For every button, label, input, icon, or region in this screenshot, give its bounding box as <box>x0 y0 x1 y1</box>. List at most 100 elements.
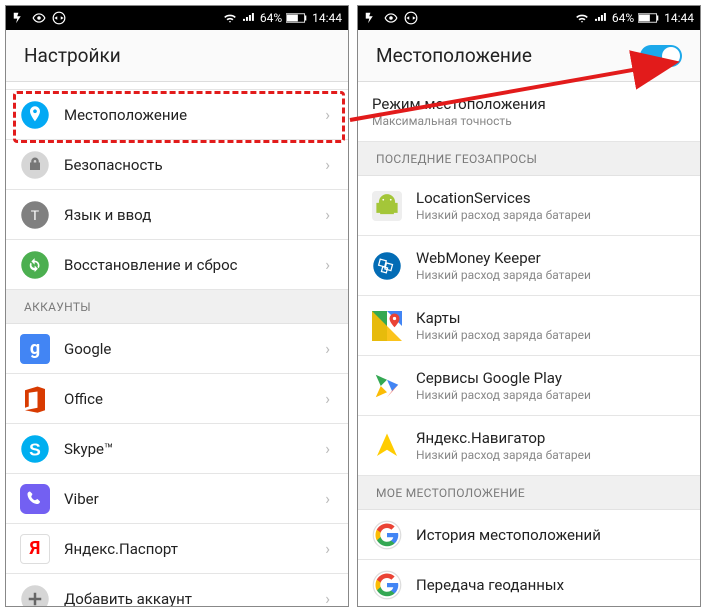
row-label: Добавить аккаунт <box>64 590 311 607</box>
row-label: Skype™ <box>64 440 311 458</box>
row-yandex-passport[interactable]: Я Яндекс.Паспорт › <box>6 524 348 574</box>
row-yandex-navigator[interactable]: Яндекс.Навигатор Низкий расход заряда ба… <box>358 416 700 476</box>
row-location-share[interactable]: Передача геоданных <box>358 560 700 606</box>
app-label: Карты <box>416 309 682 327</box>
play-services-icon <box>372 371 402 401</box>
chevron-icon: › <box>325 155 330 174</box>
app-sub: Низкий расход заряда батареи <box>416 268 682 282</box>
yandex-icon: Я <box>20 534 50 564</box>
time-text: 14:44 <box>312 11 342 25</box>
app-label: LocationServices <box>416 189 682 207</box>
app-label: Яндекс.Навигатор <box>416 429 682 447</box>
row-label: Office <box>64 390 311 408</box>
row-viber[interactable]: Viber › <box>6 474 348 524</box>
row-skype[interactable]: S Skype™ › <box>6 424 348 474</box>
google-g-icon <box>372 570 402 600</box>
row-label: Восстановление и сброс <box>64 256 311 274</box>
chevron-icon: › <box>325 105 330 124</box>
row-maps[interactable]: Карты Низкий расход заряда батареи <box>358 296 700 356</box>
battery-icon <box>638 12 660 24</box>
row-add-account[interactable]: Добавить аккаунт › <box>6 574 348 606</box>
row-office[interactable]: Office › <box>6 374 348 424</box>
row-label: Viber <box>64 490 311 508</box>
google-icon: g <box>20 334 50 364</box>
battery-text: 64% <box>260 11 282 25</box>
partial-row-top <box>6 82 348 90</box>
app-sub: Низкий расход заряда батареи <box>416 388 682 402</box>
plus-icon <box>20 584 50 607</box>
row-label: История местоположений <box>416 526 682 544</box>
svg-text:S: S <box>29 439 41 459</box>
row-location-mode[interactable]: Режим местоположения Максимальная точнос… <box>358 82 700 142</box>
row-backup[interactable]: Восстановление и сброс › <box>6 240 348 290</box>
webmoney-icon <box>372 251 402 281</box>
phone-left: 64% 14:44 Настройки Местоположение › Без <box>5 5 349 607</box>
wifi-icon <box>222 11 238 25</box>
google-maps-icon <box>372 311 402 341</box>
app-sub: Низкий расход заряда батареи <box>416 328 682 342</box>
chevron-icon: › <box>325 589 330 606</box>
row-label: Безопасность <box>64 156 311 174</box>
row-label: Передача геоданных <box>416 576 682 594</box>
statusbar: 64% 14:44 <box>358 6 700 30</box>
row-label: Язык и ввод <box>64 206 311 224</box>
location-icon <box>20 100 50 130</box>
google-g-icon <box>372 520 402 550</box>
settings-content[interactable]: Местоположение › Безопасность › T Язык и… <box>6 82 348 606</box>
title-text: Настройки <box>24 44 121 67</box>
location-content[interactable]: Режим местоположения Максимальная точнос… <box>358 82 700 606</box>
row-security[interactable]: Безопасность › <box>6 140 348 190</box>
chevron-icon: › <box>325 205 330 224</box>
teamviewer-icon <box>52 11 66 25</box>
row-play-services[interactable]: Сервисы Google Play Низкий расход заряда… <box>358 356 700 416</box>
notif-icon-1 <box>364 11 378 25</box>
row-label: Google <box>64 340 311 358</box>
text-icon: T <box>20 200 50 230</box>
wifi-icon <box>574 11 590 25</box>
location-toggle[interactable] <box>640 45 682 67</box>
battery-icon <box>286 12 308 24</box>
android-robot-icon <box>372 191 402 221</box>
row-language[interactable]: T Язык и ввод › <box>6 190 348 240</box>
mode-label: Режим местоположения <box>372 95 682 113</box>
chevron-icon: › <box>325 255 330 274</box>
title-text: Местоположение <box>376 44 532 67</box>
recent-header: ПОСЛЕДНИЕ ГЕОЗАПРОСЫ <box>358 142 700 176</box>
svg-text:T: T <box>31 208 40 223</box>
row-label: Яндекс.Паспорт <box>64 540 311 558</box>
accounts-header: АККАУНТЫ <box>6 290 348 324</box>
app-label: Сервисы Google Play <box>416 369 682 387</box>
phone-right: 64% 14:44 Местоположение Режим местополо… <box>357 5 701 607</box>
notif-icon-1 <box>12 11 26 25</box>
app-sub: Низкий расход заряда батареи <box>416 448 682 462</box>
app-label: WebMoney Keeper <box>416 249 682 267</box>
signal-icon <box>242 11 256 25</box>
statusbar: 64% 14:44 <box>6 6 348 30</box>
skype-icon: S <box>20 434 50 464</box>
row-location[interactable]: Местоположение › <box>6 90 348 140</box>
row-google[interactable]: g Google › <box>6 324 348 374</box>
chevron-icon: › <box>325 439 330 458</box>
eye-icon <box>31 11 47 25</box>
chevron-icon: › <box>325 389 330 408</box>
row-location-history[interactable]: История местоположений <box>358 510 700 560</box>
titlebar-location: Местоположение <box>358 30 700 82</box>
refresh-icon <box>20 250 50 280</box>
chevron-icon: › <box>325 339 330 358</box>
lock-icon <box>20 150 50 180</box>
time-text: 14:44 <box>664 11 694 25</box>
row-location-services[interactable]: LocationServices Низкий расход заряда ба… <box>358 176 700 236</box>
app-sub: Низкий расход заряда батареи <box>416 208 682 222</box>
row-label: Местоположение <box>64 106 311 124</box>
chevron-icon: › <box>325 489 330 508</box>
myloc-header: МОЕ МЕСТОПОЛОЖЕНИЕ <box>358 476 700 510</box>
battery-text: 64% <box>612 11 634 25</box>
office-icon <box>20 384 50 414</box>
mode-sub: Максимальная точность <box>372 114 682 128</box>
row-webmoney[interactable]: WebMoney Keeper Низкий расход заряда бат… <box>358 236 700 296</box>
eye-icon <box>383 11 399 25</box>
chevron-icon: › <box>325 539 330 558</box>
yandex-nav-icon <box>372 431 402 461</box>
viber-icon <box>20 484 50 514</box>
signal-icon <box>594 11 608 25</box>
